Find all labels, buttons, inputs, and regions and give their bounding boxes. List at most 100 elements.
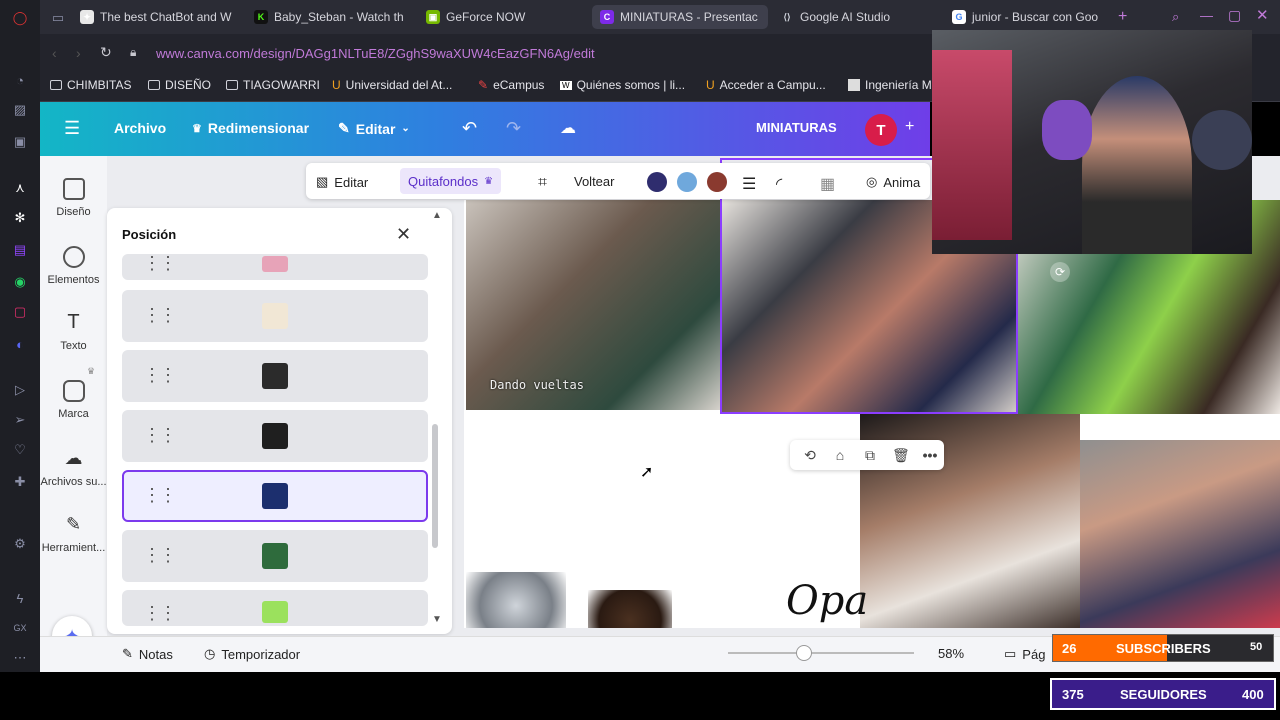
send-icon[interactable]: ➢ xyxy=(10,410,30,430)
design-title[interactable]: MINIATURAS xyxy=(756,120,837,135)
panel-scrollbar[interactable] xyxy=(432,424,438,548)
corner-rounding-icon[interactable]: ◜ xyxy=(776,174,782,194)
duplicate-icon[interactable]: ⧉ xyxy=(862,447,878,463)
drag-handle-icon[interactable]: ⋮⋮ xyxy=(143,486,177,504)
drag-handle-icon[interactable]: ⋮⋮ xyxy=(143,254,177,272)
url-field[interactable]: www.canva.com/design/DAGg1NLTuE8/ZGghS9w… xyxy=(156,46,595,61)
maximize-icon[interactable]: ▢ xyxy=(1228,7,1241,24)
forward-icon[interactable]: › xyxy=(76,45,81,61)
tab-kick[interactable]: K Baby_Steban - Watch th xyxy=(254,6,404,28)
bookmark-universidad[interactable]: U Universidad del At... xyxy=(332,78,452,92)
tab-miniaturas[interactable]: C MINIATURAS - Presentac xyxy=(592,5,768,29)
scroll-down-icon[interactable]: ▼ xyxy=(432,614,442,625)
color-swatch[interactable] xyxy=(707,172,727,192)
minimize-icon[interactable]: — xyxy=(1200,8,1213,23)
back-icon[interactable]: ‹ xyxy=(52,45,57,61)
bookmark-tiagowarri[interactable]: TIAGOWARRI xyxy=(226,78,320,92)
edit-icon[interactable]: ▨ xyxy=(10,100,30,120)
transparency-icon[interactable]: ▦ xyxy=(820,174,835,194)
extension-icon[interactable]: ⋏ xyxy=(10,178,30,198)
tab-geforce[interactable]: ▣ GeForce NOW xyxy=(426,6,576,28)
hamburger-icon[interactable]: ☰ xyxy=(64,118,80,139)
bookmark-quienes[interactable]: W Quiénes somos | li... xyxy=(560,78,685,92)
photo-girl-glasses[interactable] xyxy=(1080,440,1280,628)
cloud-saved-icon[interactable]: ☁ xyxy=(560,118,576,138)
voltear-button[interactable]: Voltear xyxy=(574,174,614,189)
drag-handle-icon[interactable]: ⋮⋮ xyxy=(143,306,177,324)
refresh-icon[interactable]: ⟲ xyxy=(802,447,818,463)
zoom-slider[interactable] xyxy=(728,652,914,654)
new-tab-icon[interactable]: + xyxy=(1118,8,1127,26)
photo-hair[interactable] xyxy=(588,590,672,628)
quitafondos-label: Quitafondos xyxy=(408,173,479,189)
whatsapp-icon[interactable]: ◉ xyxy=(10,272,30,292)
bookmark-chimbitas[interactable]: CHIMBITAS xyxy=(50,78,131,92)
more-icon[interactable]: ⋯ xyxy=(10,648,30,668)
discord-icon[interactable]: ◐ xyxy=(10,334,30,354)
redo-icon[interactable]: ↷ xyxy=(506,118,521,139)
drag-handle-icon[interactable]: ⋮⋮ xyxy=(143,426,177,444)
scroll-up-icon[interactable]: ▲ xyxy=(432,210,442,221)
sidebar-item-archivos[interactable]: ☁ Archivos su... xyxy=(40,448,107,488)
m-icon[interactable]: ▣ xyxy=(10,132,30,152)
sidebar-item-herramientas[interactable]: ✎ Herramient... xyxy=(40,514,107,554)
workspace-icon[interactable]: ▭ xyxy=(48,8,68,28)
bookmark-diseno[interactable]: DISEÑO xyxy=(148,78,211,92)
notas-button[interactable]: ✎ Notas xyxy=(122,646,173,662)
aria-icon[interactable]: ◔ xyxy=(10,70,30,90)
photo-wolf[interactable] xyxy=(466,572,566,628)
drag-handle-icon[interactable]: ⋮⋮ xyxy=(143,604,177,622)
color-swatch[interactable] xyxy=(647,172,667,192)
undo-icon[interactable]: ↶ xyxy=(462,118,477,139)
drag-handle-icon[interactable]: ⋮⋮ xyxy=(143,546,177,564)
temporizador-button[interactable]: ◷ Temporizador xyxy=(204,646,300,662)
sidebar-item-diseno[interactable]: Diseño xyxy=(40,178,107,218)
zoom-percent[interactable]: 58% xyxy=(938,646,964,661)
bookmark-campus[interactable]: U Acceder a Campu... xyxy=(706,78,826,92)
search-tabs-icon[interactable]: ⌕ xyxy=(1172,9,1179,25)
gx-icon[interactable]: ϟ xyxy=(10,588,30,608)
editar-mode-button[interactable]: ✎ Editar ⌄ xyxy=(338,120,410,137)
quitafondos-button[interactable]: Quitafondos ♛ xyxy=(400,168,502,194)
heart-icon[interactable]: ♡ xyxy=(10,440,30,460)
gx-corner-icon[interactable]: GX xyxy=(10,618,30,638)
editar-image-button[interactable]: ▧ Editar xyxy=(316,174,368,190)
border-style-icon[interactable]: ☰ xyxy=(742,174,756,194)
sidebar-item-elementos[interactable]: Elementos xyxy=(40,246,107,286)
add-collaborator-icon[interactable]: + xyxy=(905,118,914,136)
reload-icon[interactable]: ↻ xyxy=(100,44,112,61)
crop-icon[interactable]: ⌗ xyxy=(538,174,547,192)
trash-icon[interactable]: 🗑︎ xyxy=(892,447,910,463)
puzzle-icon[interactable]: ✚ xyxy=(10,472,30,492)
zoom-slider-knob[interactable] xyxy=(796,645,812,661)
tab-chatbot[interactable]: ✦ The best ChatBot and W xyxy=(80,6,236,28)
notes-icon: ✎ xyxy=(122,646,133,661)
animar-button[interactable]: ◎ Anima xyxy=(866,174,920,190)
instagram-icon[interactable]: ▢ xyxy=(10,302,30,322)
color-swatch[interactable] xyxy=(677,172,697,192)
twitch-icon[interactable]: ▤ xyxy=(10,240,30,260)
close-window-icon[interactable]: ✕ xyxy=(1256,6,1269,24)
chatgpt-icon[interactable]: ✻ xyxy=(10,208,30,228)
avatar[interactable]: T xyxy=(865,114,897,146)
redimensionar-button[interactable]: ♛ Redimensionar xyxy=(192,120,309,136)
drag-handle-icon[interactable]: ⋮⋮ xyxy=(143,366,177,384)
bookmark-ecampus[interactable]: ✎ eCampus xyxy=(478,78,544,92)
tab-ai-studio[interactable]: ⟨⟩ Google AI Studio xyxy=(780,6,930,28)
player-icon[interactable]: ▷ xyxy=(10,380,30,400)
opa-text[interactable]: Opa xyxy=(786,578,868,624)
sidebar-item-texto[interactable]: T Texto xyxy=(40,312,107,352)
archivo-button[interactable]: Archivo xyxy=(114,120,166,136)
tab-google-search[interactable]: G junior - Buscar con Goo xyxy=(952,6,1104,28)
lock-element-icon[interactable]: ⌂ xyxy=(832,447,848,463)
more-options-icon[interactable]: ••• xyxy=(922,447,938,463)
sidebar-item-marca[interactable]: Marca xyxy=(40,380,107,420)
seguidores-goal: 400 xyxy=(1242,687,1264,702)
dando-vueltas-text[interactable]: Dando vueltas xyxy=(490,378,584,392)
rotate-icon[interactable]: ⟳ xyxy=(1050,262,1070,282)
settings-icon[interactable]: ⚙ xyxy=(10,534,30,554)
opera-logo-icon[interactable]: ◯ xyxy=(10,8,30,28)
bookmark-ingenieria[interactable]: Ingeniería M xyxy=(848,78,932,92)
close-icon[interactable]: ✕ xyxy=(396,224,411,245)
pages-button[interactable]: ▭ Pág xyxy=(1004,646,1045,662)
